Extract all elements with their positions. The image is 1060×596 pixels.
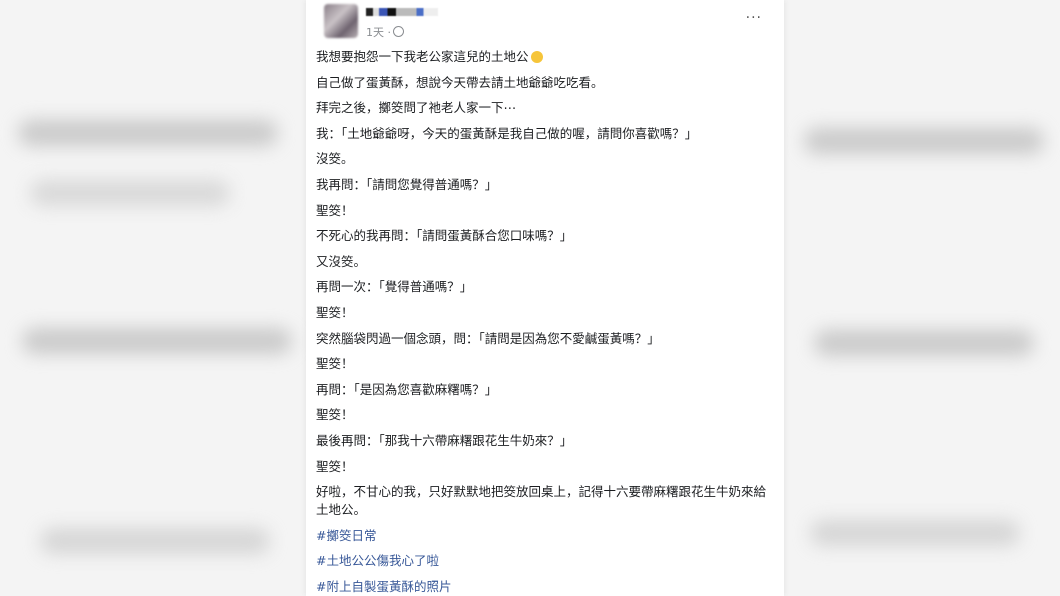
post-line: 聖筊！ [316,407,354,423]
post-line: 最後再問：「那我十六帶麻糬跟花生牛奶來？」 [316,432,573,448]
avatar[interactable] [324,4,358,38]
post-line: 再問一次：「覺得普通嗎？」 [316,279,473,295]
post-line: 聖筊！ [316,202,354,218]
hashtag-link[interactable]: #擲筊日常 [316,527,774,545]
hashtag-link[interactable]: #土地公公傷我心了啦 [316,552,774,570]
post-line: 好啦，不甘心的我，只好默默地把筊放回桌上，記得十六要帶麻糬跟花生牛奶來給土地公。 [316,484,767,518]
post-line: 拜完之後，擲筊問了祂老人家一下⋯ [316,100,517,116]
background-left [0,0,306,596]
post-header: 1天 · ··· [306,0,784,44]
post-line: 沒筊。 [316,151,354,167]
post-line: 聖筊！ [316,458,354,474]
hashtag-link[interactable]: #附上自製蛋黃酥的照片 [316,578,774,596]
background-right [784,0,1060,596]
post-card: 1天 · ··· 我想要抱怨一下我老公家這兒的土地公 自己做了蛋黃酥，想說今天帶… [306,0,784,596]
author-name-redacted[interactable] [366,8,438,16]
post-body: 我想要抱怨一下我老公家這兒的土地公 自己做了蛋黃酥，想說今天帶去請土地爺爺吃吃看… [306,44,784,596]
post-line: 突然腦袋閃過一個念頭，問：「請問是因為您不愛鹹蛋黃嗎？」 [316,330,660,346]
post-line: 聖筊！ [316,304,354,320]
post-line: 又沒筊。 [316,253,367,269]
emoji-icon [530,51,543,63]
more-options-button[interactable]: ··· [746,10,762,26]
post-line: 我：「土地爺爺呀，今天的蛋黃酥是我自己做的喔，請問你喜歡嗎？」 [316,125,698,141]
post-line: 聖筊！ [316,356,354,372]
post-line: 不死心的我再問：「請問蛋黃酥合您口味嗎？」 [316,228,573,244]
post-meta: 1天 · [366,24,404,40]
post-time[interactable]: 1天 [366,26,384,39]
post-line: 自己做了蛋黃酥，想說今天帶去請土地爺爺吃吃看。 [316,74,604,90]
post-line: 我想要抱怨一下我老公家這兒的土地公 [316,48,774,66]
globe-icon [393,26,404,37]
post-line: 我再問：「請問您覺得普通嗎？」 [316,176,498,192]
post-line: 再問：「是因為您喜歡麻糬嗎？」 [316,381,498,397]
